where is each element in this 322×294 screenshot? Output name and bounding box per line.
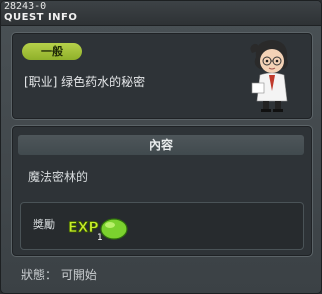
reward-count: 1 [97,233,103,241]
svg-text:EXP: EXP [68,220,99,236]
quest-info-window: 28243-0 QUEST INFO 一般 [职业] 绿色药水的秘密 內容 魔法… [0,0,322,294]
quest-status: 狀態： 可開始 [21,268,97,282]
npc-portrait-icon [250,40,288,112]
category-badge: 一般 [22,43,82,60]
exp-icon[interactable]: EXP 1 [67,215,131,241]
title-bar[interactable]: 28243-0 QUEST INFO [1,1,321,26]
quest-description: 魔法密林的 [28,170,89,184]
reward-label: 獎勵 [33,218,55,231]
content-header: 內容 [18,135,304,155]
reward-box: 獎勵 EXP 1 [20,202,304,250]
quest-name: [职业] 绿色药水的秘密 [24,75,146,89]
quest-summary-panel: 一般 [职业] 绿色药水的秘密 [11,32,313,120]
quest-content-panel: 內容 魔法密林的 獎勵 EXP 1 [11,125,313,257]
window-title: QUEST INFO [4,12,78,23]
